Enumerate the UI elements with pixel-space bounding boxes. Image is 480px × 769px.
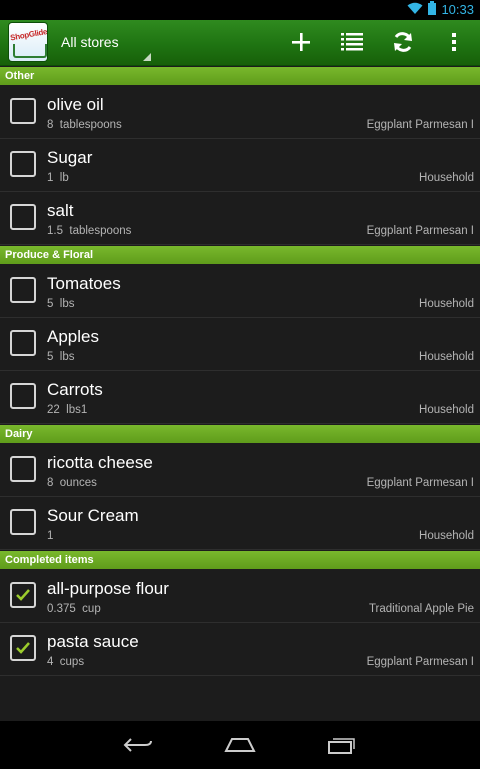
overflow-menu-icon[interactable]	[438, 26, 470, 58]
item-recipe: Household	[419, 298, 474, 310]
checkbox[interactable]	[10, 277, 36, 303]
list-item[interactable]: Apples 5 lbs Household	[0, 318, 480, 371]
item-name: Tomatoes	[47, 274, 121, 293]
checkbox-checked[interactable]	[10, 635, 36, 661]
list-item[interactable]: Sour Cream 1 Household	[0, 497, 480, 550]
clock: 10:33	[441, 2, 474, 17]
list-item[interactable]: all-purpose flour 0.375 cup Traditional Ap…	[0, 570, 480, 623]
item-name: all-purpose flour	[47, 579, 169, 598]
section-header: Completed items	[0, 551, 480, 569]
item-quantity: 1	[47, 530, 54, 542]
item-name: salt	[47, 201, 74, 220]
checkbox[interactable]	[10, 456, 36, 482]
status-icons: 10:33	[407, 1, 474, 18]
list-icon[interactable]	[336, 26, 368, 58]
navigation-bar	[0, 721, 480, 769]
battery-icon	[428, 1, 437, 18]
app-logo[interactable]: ShopGlider	[9, 23, 47, 61]
back-icon[interactable]	[118, 731, 158, 759]
item-recipe: Traditional Apple Pie	[368, 603, 474, 615]
section-header: Other	[0, 67, 480, 85]
section-header: Produce & Floral	[0, 246, 480, 264]
status-bar: 10:33	[0, 0, 480, 20]
checkbox-checked[interactable]	[10, 582, 36, 608]
item-quantity: 4 cups	[47, 656, 85, 668]
list-item[interactable]: Carrots 22 lbs1 Household	[0, 371, 480, 424]
wifi-icon	[407, 2, 423, 18]
item-quantity: 22 lbs1	[47, 404, 88, 416]
item-quantity: 0.375 cup	[47, 603, 101, 615]
checkbox[interactable]	[10, 151, 36, 177]
item-recipe: Household	[419, 351, 474, 363]
section-header: Dairy	[0, 425, 480, 443]
item-quantity: 8 ounces	[47, 477, 97, 489]
item-quantity: 8 tablespoons	[47, 119, 122, 131]
store-filter-label: All stores	[61, 34, 119, 50]
checkbox[interactable]	[10, 383, 36, 409]
item-recipe: Household	[419, 172, 474, 184]
checkbox[interactable]	[10, 330, 36, 356]
item-recipe: Household	[419, 530, 474, 542]
item-name: olive oil	[47, 95, 104, 114]
item-name: Sugar	[47, 148, 93, 167]
item-recipe: Household	[419, 404, 474, 416]
item-recipe: Eggplant Parmesan I	[366, 477, 474, 489]
item-recipe: Eggplant Parmesan I	[366, 119, 474, 131]
list-item[interactable]: Sugar 1 lb Household	[0, 139, 480, 192]
spinner-caret-icon	[143, 53, 151, 61]
checkmark-icon	[16, 589, 30, 601]
item-name: pasta sauce	[47, 632, 139, 651]
app-logo-text: ShopGlider	[9, 26, 47, 43]
list-item[interactable]: Tomatoes 5 lbs Household	[0, 265, 480, 318]
item-quantity: 1 lb	[47, 172, 69, 184]
item-recipe: Eggplant Parmesan I	[366, 225, 474, 237]
checkbox[interactable]	[10, 98, 36, 124]
item-recipe: Eggplant Parmesan I	[366, 656, 474, 668]
item-quantity: 1.5 tablespoons	[47, 225, 132, 237]
home-icon[interactable]	[220, 731, 260, 759]
add-icon[interactable]	[285, 26, 317, 58]
item-name: Apples	[47, 327, 99, 346]
store-filter-spinner[interactable]: All stores	[61, 20, 151, 65]
checkbox[interactable]	[10, 509, 36, 535]
cart-icon	[13, 44, 47, 58]
checkmark-icon	[16, 642, 30, 654]
action-bar: ShopGlider All stores	[0, 20, 480, 66]
list-item[interactable]: pasta sauce 4 cups Eggplant Parmesan I	[0, 623, 480, 676]
item-name: Carrots	[47, 380, 103, 399]
refresh-icon[interactable]	[387, 26, 419, 58]
shopping-list: Other olive oil 8 tablespoons Eggplant Parm…	[0, 67, 480, 676]
item-quantity: 5 lbs	[47, 298, 75, 310]
list-item[interactable]: salt 1.5 tablespoons Eggplant Parmesan I	[0, 192, 480, 245]
item-quantity: 5 lbs	[47, 351, 75, 363]
list-item[interactable]: ricotta cheese 8 ounces Eggplant Parmesan …	[0, 444, 480, 497]
recent-apps-icon[interactable]	[322, 731, 362, 759]
item-name: ricotta cheese	[47, 453, 153, 472]
list-item[interactable]: olive oil 8 tablespoons Eggplant Parmesan …	[0, 86, 480, 139]
checkbox[interactable]	[10, 204, 36, 230]
item-name: Sour Cream	[47, 506, 139, 525]
